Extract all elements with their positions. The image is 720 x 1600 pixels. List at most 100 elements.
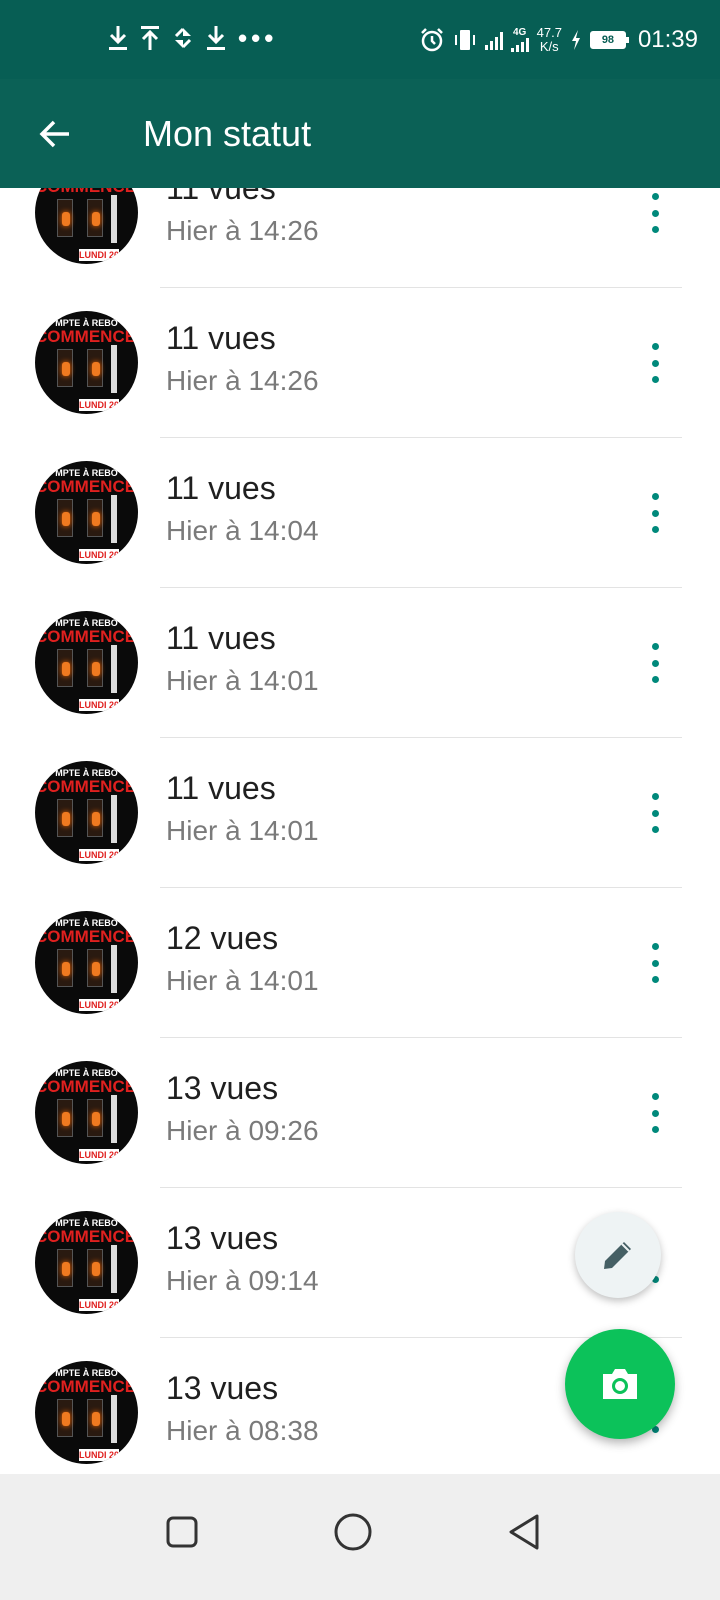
camera-status-button[interactable]: [565, 1329, 675, 1439]
thumbnail-phone: [87, 349, 103, 387]
thumbnail-bar: [111, 795, 117, 843]
status-row[interactable]: MPTE À REBOCOMMENCE..LUNDI 2011 vuesHier…: [0, 588, 720, 738]
thumbnail-headline: COMMENCE..: [35, 188, 138, 197]
thumbnail-label: LUNDI 20: [79, 1449, 120, 1461]
status-views: 13 vues: [166, 1070, 279, 1106]
status-row[interactable]: MPTE À REBO COMMENCE.. LUNDI 20 12 vues Hier…: [0, 888, 720, 1038]
download-icon: [207, 26, 225, 50]
status-row[interactable]: MPTE À REBOCOMMENCE..LUNDI 2011 vuesHier…: [0, 188, 720, 288]
thumbnail-phone: [87, 499, 103, 537]
status-time: Hier à 09:26: [166, 1115, 319, 1146]
status-thumbnail[interactable]: MPTE À REBOCOMMENCE..LUNDI 20: [35, 911, 138, 1014]
thumbnail-label: LUNDI 20: [79, 699, 120, 711]
status-views: 13 vues: [166, 1370, 279, 1406]
thumbnail-phone: [57, 349, 73, 387]
more-options-icon[interactable]: [640, 341, 670, 385]
status-row[interactable]: MPTE À REBOCOMMENCE..LUNDI 2011 vuesHier…: [0, 438, 720, 588]
square-icon: [166, 1516, 198, 1548]
home-button[interactable]: [323, 1502, 383, 1562]
network-4g: 4G: [510, 28, 529, 52]
thumbnail-label: LUNDI 20: [79, 849, 120, 861]
more-options-icon[interactable]: [640, 791, 670, 835]
status-time: Hier à 08:38: [166, 1415, 319, 1446]
pencil-icon: [604, 1242, 631, 1269]
status-time: Hier à 14:26: [166, 215, 319, 246]
notification-icons: •••: [108, 24, 277, 52]
status-row[interactable]: MPTE À REBOCOMMENCE..LUNDI 2011 vuesHier…: [0, 738, 720, 888]
thumbnail-headline: COMMENCE..: [35, 777, 138, 796]
app-bar: Mon statut: [0, 79, 720, 188]
thumbnail-phone: [57, 499, 73, 537]
status-thumbnail[interactable]: MPTE À REBOCOMMENCE..LUNDI 20: [35, 611, 138, 714]
status-time: Hier à 14:01: [166, 815, 319, 846]
status-bar: ••• 4G 47.7 K/s 98 01:39: [0, 0, 720, 79]
alarm-icon: [420, 28, 443, 52]
more-options-icon[interactable]: [640, 1091, 670, 1135]
thumbnail-phone: [87, 1099, 103, 1137]
thumbnail-label: LUNDI 20: [79, 1149, 120, 1161]
thumbnail-phone: [57, 649, 73, 687]
thumbnail-bar: [111, 1095, 117, 1143]
status-time: Hier à 14:01: [166, 965, 319, 996]
thumbnail-phone: [87, 1399, 103, 1437]
download-icon: [109, 26, 127, 50]
status-time: Hier à 14:04: [166, 515, 319, 546]
status-views: 11 vues: [166, 770, 276, 806]
thumbnail-bar: [111, 195, 117, 243]
thumbnail-label: LUNDI 20: [79, 999, 120, 1011]
more-options-icon[interactable]: [640, 941, 670, 985]
thumbnail-label: LUNDI 20: [79, 1299, 120, 1311]
thumbnail-bar: [111, 945, 117, 993]
thumbnail-phone: [87, 799, 103, 837]
page-title: Mon statut: [143, 113, 312, 154]
thumbnail-headline: COMMENCE..: [35, 1077, 138, 1096]
battery-icon: 98: [589, 31, 629, 49]
thumbnail-label: LUNDI 20: [79, 399, 120, 411]
status-views: 13 vues: [166, 1220, 279, 1256]
thumbnail-phone: [57, 1249, 73, 1287]
thumbnail-phone: [87, 649, 103, 687]
upload-icon: [141, 26, 159, 50]
status-views: 11 vues: [166, 320, 276, 356]
circle-icon: [334, 1513, 372, 1551]
status-time: Hier à 09:14: [166, 1265, 319, 1296]
text-status-button[interactable]: [575, 1212, 661, 1298]
thumbnail-phone: [57, 1399, 73, 1437]
status-thumbnail[interactable]: MPTE À REBOCOMMENCE..LUNDI 20: [35, 1361, 138, 1464]
status-thumbnail[interactable]: MPTE À REBOCOMMENCE..LUNDI 20: [35, 761, 138, 864]
status-thumbnail[interactable]: MPTE À REBOCOMMENCE..LUNDI 20: [35, 1061, 138, 1164]
status-time: Hier à 14:26: [166, 365, 319, 396]
back-button[interactable]: [30, 109, 80, 159]
thumbnail-phone: [87, 1249, 103, 1287]
thumbnail-bar: [111, 345, 117, 393]
navigation-bar: [0, 1474, 720, 1600]
status-views: 11 vues: [166, 188, 276, 206]
status-row[interactable]: MPTE À REBOCOMMENCE..LUNDI 2011 vuesHier…: [0, 288, 720, 438]
thumbnail-phone: [57, 799, 73, 837]
status-row[interactable]: MPTE À REBO COMMENCE.. LUNDI 20 13 vues Hier…: [0, 1038, 720, 1188]
network-speed: 47.7 K/s: [536, 25, 562, 54]
vibrate-icon: [454, 30, 475, 50]
camera-icon: [603, 1369, 637, 1399]
status-thumbnail[interactable]: MPTE À REBOCOMMENCE..LUNDI 20: [35, 1211, 138, 1314]
more-options-icon[interactable]: [640, 191, 670, 235]
more-dots-icon: •••: [238, 23, 278, 53]
status-thumbnail[interactable]: MPTE À REBOCOMMENCE..LUNDI 20: [35, 461, 138, 564]
status-thumbnail[interactable]: MPTE À REBOCOMMENCE..LUNDI 20: [35, 311, 138, 414]
thumbnail-headline: COMMENCE..: [35, 927, 138, 946]
thumbnail-headline: COMMENCE..: [35, 1227, 138, 1246]
more-options-icon[interactable]: [640, 641, 670, 685]
status-views: 12 vues: [166, 920, 279, 956]
sync-icon: [174, 27, 192, 49]
thumbnail-headline: COMMENCE..: [35, 327, 138, 346]
charging-icon: [571, 30, 580, 50]
thumbnail-phone: [87, 949, 103, 987]
more-options-icon[interactable]: [640, 491, 670, 535]
thumbnail-label: LUNDI 20: [79, 549, 120, 561]
back-nav-button[interactable]: [494, 1502, 554, 1562]
thumbnail-label: LUNDI 20: [79, 249, 120, 261]
recents-button[interactable]: [152, 1502, 212, 1562]
triangle-back-icon: [509, 1514, 539, 1550]
status-thumbnail[interactable]: MPTE À REBOCOMMENCE..LUNDI 20: [35, 188, 138, 264]
status-time: Hier à 14:01: [166, 665, 319, 696]
